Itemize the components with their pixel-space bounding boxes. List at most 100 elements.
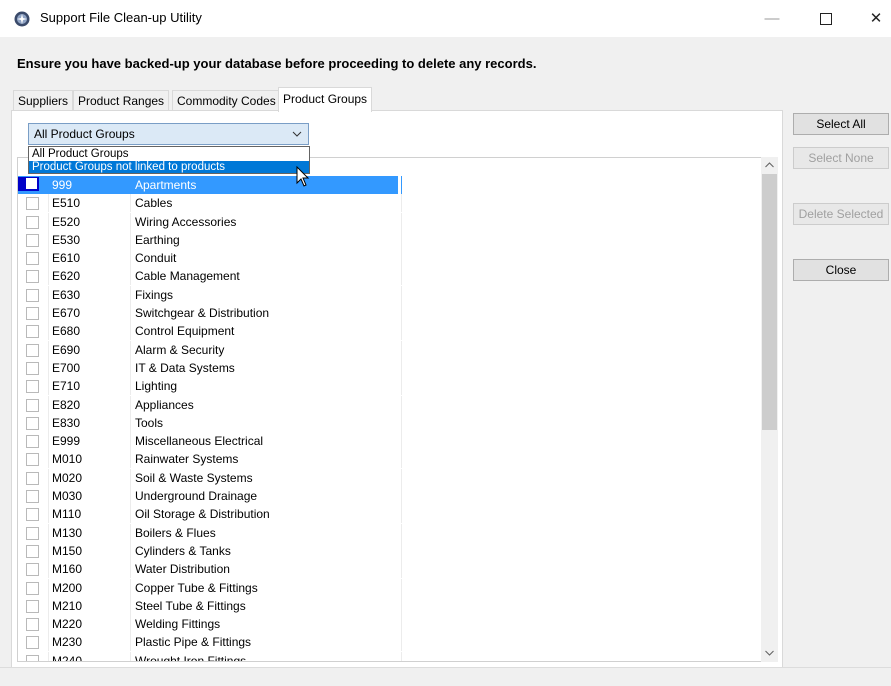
table-row[interactable]: E520 Wiring Accessories (18, 212, 402, 231)
row-checkbox[interactable] (26, 233, 39, 247)
row-checkbox[interactable] (26, 288, 39, 302)
table-row[interactable]: M160 Water Distribution (18, 560, 402, 579)
minimize-button[interactable]: — (749, 0, 795, 37)
row-checkbox[interactable] (26, 416, 39, 430)
minimize-icon: — (764, 10, 780, 27)
row-description: Water Distribution (130, 560, 402, 579)
row-checkbox[interactable] (26, 215, 39, 229)
row-description: Steel Tube & Fittings (130, 596, 402, 615)
table-row[interactable]: 999 Apartments (18, 176, 402, 195)
row-description: Fixings (130, 285, 402, 304)
maximize-button[interactable] (803, 0, 849, 37)
row-code: M110 (48, 505, 134, 524)
row-description: Switchgear & Distribution (130, 304, 402, 323)
table-row[interactable]: E630 Fixings (18, 285, 402, 304)
row-code: E680 (48, 322, 134, 341)
row-checkbox[interactable] (26, 636, 39, 650)
close-window-button[interactable]: ✕ (853, 0, 891, 37)
row-code: E710 (48, 377, 134, 396)
table-row[interactable]: M150 Cylinders & Tanks (18, 541, 402, 560)
row-code: M230 (48, 633, 134, 652)
row-checkbox[interactable] (26, 544, 39, 558)
table-row[interactable]: E820 Appliances (18, 395, 402, 414)
row-description: Boilers & Flues (130, 523, 402, 542)
row-checkbox[interactable] (26, 453, 39, 467)
table-row[interactable]: E710 Lighting (18, 377, 402, 396)
table-row[interactable]: M240 Wrought Iron Fittings (18, 651, 402, 661)
row-description: Welding Fittings (130, 615, 402, 634)
row-description: Control Equipment (130, 322, 402, 341)
row-code: E610 (48, 249, 134, 268)
row-checkbox[interactable] (26, 398, 39, 412)
row-checkbox[interactable] (26, 380, 39, 394)
filter-value: All Product Groups (34, 127, 135, 141)
tab-commodity-codes[interactable]: Commodity Codes (172, 90, 281, 111)
row-checkbox[interactable] (26, 490, 39, 504)
delete-selected-button[interactable]: Delete Selected (793, 203, 889, 225)
row-checkbox[interactable] (26, 654, 39, 661)
table-row[interactable]: E999 Miscellaneous Electrical (18, 432, 402, 451)
row-code: E620 (48, 267, 134, 286)
row-checkbox[interactable] (26, 563, 39, 577)
row-checkbox[interactable] (26, 343, 39, 357)
row-checkbox[interactable] (26, 618, 39, 632)
product-group-list: 999 Apartments E510 Cables E520 Wiring Access… (17, 157, 777, 662)
row-code: E820 (48, 395, 134, 414)
select-all-button[interactable]: Select All (793, 113, 889, 135)
table-row[interactable]: M130 Boilers & Flues (18, 523, 402, 542)
table-row[interactable]: E700 IT & Data Systems (18, 358, 402, 377)
table-row[interactable]: M110 Oil Storage & Distribution (18, 505, 402, 524)
table-row[interactable]: M030 Underground Drainage (18, 487, 402, 506)
row-description: Underground Drainage (130, 487, 402, 506)
app-icon (14, 11, 30, 27)
row-code: E630 (48, 285, 134, 304)
table-row[interactable]: E680 Control Equipment (18, 322, 402, 341)
tab-suppliers[interactable]: Suppliers (13, 90, 74, 111)
tab-product-groups[interactable]: Product Groups (278, 87, 373, 112)
scroll-up-icon[interactable] (761, 157, 778, 174)
table-row[interactable]: E690 Alarm & Security (18, 340, 402, 359)
row-checkbox[interactable] (26, 270, 39, 284)
row-checkbox[interactable] (26, 252, 39, 266)
row-description: Earthing (130, 230, 402, 249)
row-description: Tools (130, 413, 402, 432)
table-row[interactable]: M210 Steel Tube & Fittings (18, 596, 402, 615)
product-group-filter[interactable]: All Product Groups (28, 123, 309, 145)
row-checkbox[interactable] (26, 197, 39, 211)
table-row[interactable]: E670 Switchgear & Distribution (18, 304, 402, 323)
row-checkbox[interactable] (26, 581, 39, 595)
tab-product-ranges[interactable]: Product Ranges (73, 90, 170, 111)
table-row[interactable]: M220 Welding Fittings (18, 615, 402, 634)
table-row[interactable]: E830 Tools (18, 413, 402, 432)
window-title: Support File Clean-up Utility (40, 10, 202, 25)
row-checkbox[interactable] (26, 435, 39, 449)
scroll-down-icon[interactable] (761, 645, 778, 662)
scroll-thumb[interactable] (762, 174, 777, 430)
table-row[interactable]: E530 Earthing (18, 230, 402, 249)
table-row[interactable]: M010 Rainwater Systems (18, 450, 402, 469)
table-row[interactable]: E620 Cable Management (18, 267, 402, 286)
row-checkbox[interactable] (26, 325, 39, 339)
row-code: M150 (48, 541, 134, 560)
row-checkbox[interactable] (26, 307, 39, 321)
table-row[interactable]: M020 Soil & Waste Systems (18, 468, 402, 487)
row-checkbox[interactable] (18, 177, 39, 191)
row-checkbox[interactable] (26, 599, 39, 613)
close-button[interactable]: Close (793, 259, 889, 281)
filter-option-unlinked[interactable]: Product Groups not linked to products (29, 161, 309, 173)
table-row[interactable]: E610 Conduit (18, 249, 402, 268)
table-row[interactable]: E510 Cables (18, 194, 402, 213)
vertical-scrollbar[interactable] (761, 157, 778, 662)
row-code: 999 (48, 176, 134, 194)
row-code: M010 (48, 450, 134, 469)
row-checkbox[interactable] (26, 361, 39, 375)
row-checkbox[interactable] (26, 508, 39, 522)
row-checkbox[interactable] (26, 471, 39, 485)
select-none-button[interactable]: Select None (793, 147, 889, 169)
row-code: E690 (48, 340, 134, 359)
row-checkbox[interactable] (26, 526, 39, 540)
table-row[interactable]: M200 Copper Tube & Fittings (18, 578, 402, 597)
row-code: M200 (48, 578, 134, 597)
table-row[interactable]: M230 Plastic Pipe & Fittings (18, 633, 402, 652)
filter-option-all[interactable]: All Product Groups (29, 148, 309, 160)
